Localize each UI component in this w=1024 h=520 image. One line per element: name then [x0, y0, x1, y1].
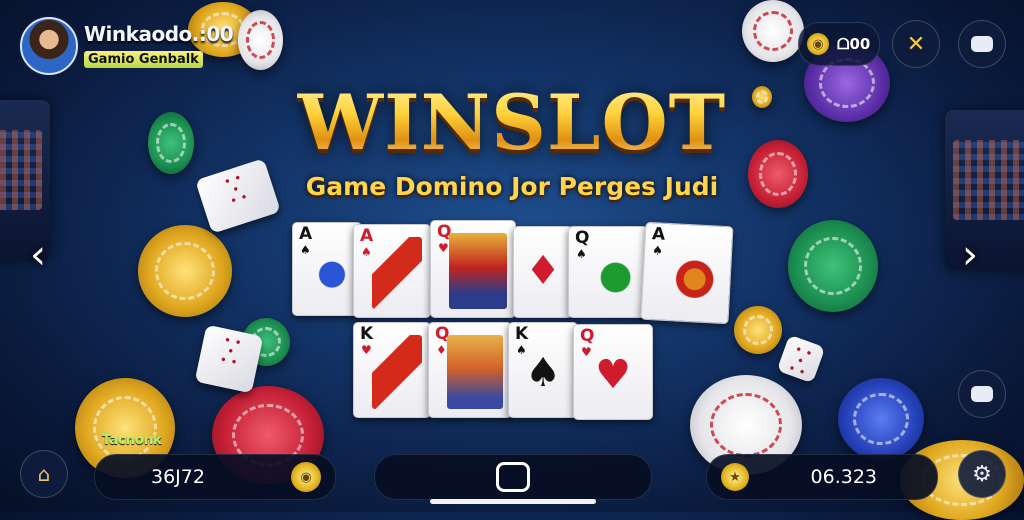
home-button[interactable]: ⌂	[20, 450, 68, 498]
playing-card[interactable]: Q ♠	[568, 226, 648, 318]
chip-gold-decor	[138, 225, 232, 317]
coin-balance: ᗝ00	[837, 35, 871, 53]
chip-green-decor	[788, 220, 878, 312]
coin-icon: ★	[721, 463, 749, 491]
chip-blue-decor	[838, 378, 924, 460]
playing-card[interactable]: A ♠	[353, 224, 431, 318]
chip-gold-decor	[734, 306, 782, 354]
chip-white-decor	[742, 0, 804, 62]
coin-icon: ◉	[291, 462, 321, 492]
settings-button[interactable]: ⚙	[958, 450, 1006, 498]
bonus-icon: ✕	[906, 31, 926, 57]
chat-icon	[971, 36, 993, 52]
right-balance-pill[interactable]: ★ 06.323	[706, 454, 938, 500]
home-indicator[interactable]	[430, 499, 596, 504]
message-button[interactable]	[958, 370, 1006, 418]
bonus-button[interactable]: ✕	[892, 20, 940, 68]
balance-label: Tacnonk	[102, 433, 162, 448]
coin-icon: ◉	[807, 33, 829, 55]
playing-card[interactable]: Q ♦	[428, 322, 512, 418]
playing-card[interactable]: Q ♥ ♥	[573, 324, 653, 420]
playing-card[interactable]: K ♠ ♠	[508, 322, 578, 418]
playing-card[interactable]: A ♠	[640, 221, 734, 325]
playing-card[interactable]: K ♥	[353, 322, 431, 418]
game-tagline: Game Domino Jor Perges Judi	[305, 172, 719, 201]
username: Winkaodo.:00	[84, 22, 234, 46]
coin-balance-pill[interactable]: ◉ ᗝ00	[798, 22, 880, 66]
message-icon	[971, 386, 993, 402]
dice-decor	[776, 334, 826, 384]
playing-card[interactable]: Q ♥	[430, 220, 516, 318]
left-balance-pill[interactable]: 36J72 ◉	[94, 454, 336, 500]
center-action-pill[interactable]	[374, 454, 652, 500]
center-action-icon	[496, 462, 530, 492]
game-title: WINSLOT	[0, 78, 1024, 167]
prev-arrow-icon[interactable]: ‹	[30, 232, 46, 278]
playing-card[interactable]: A ♠	[292, 222, 362, 316]
chip-white-decor	[238, 10, 283, 70]
right-amount: 06.323	[810, 466, 877, 488]
left-amount: 36J72	[151, 466, 205, 488]
dice-decor	[194, 324, 264, 394]
home-icon: ⌂	[37, 462, 51, 486]
chat-button[interactable]	[958, 20, 1006, 68]
settings-icon: ⚙	[972, 461, 992, 487]
profile-badge: Gamio Genbalk	[84, 51, 203, 68]
next-arrow-icon[interactable]: ›	[962, 232, 978, 278]
avatar[interactable]	[20, 17, 78, 75]
playing-card[interactable]: ♦	[513, 226, 573, 318]
